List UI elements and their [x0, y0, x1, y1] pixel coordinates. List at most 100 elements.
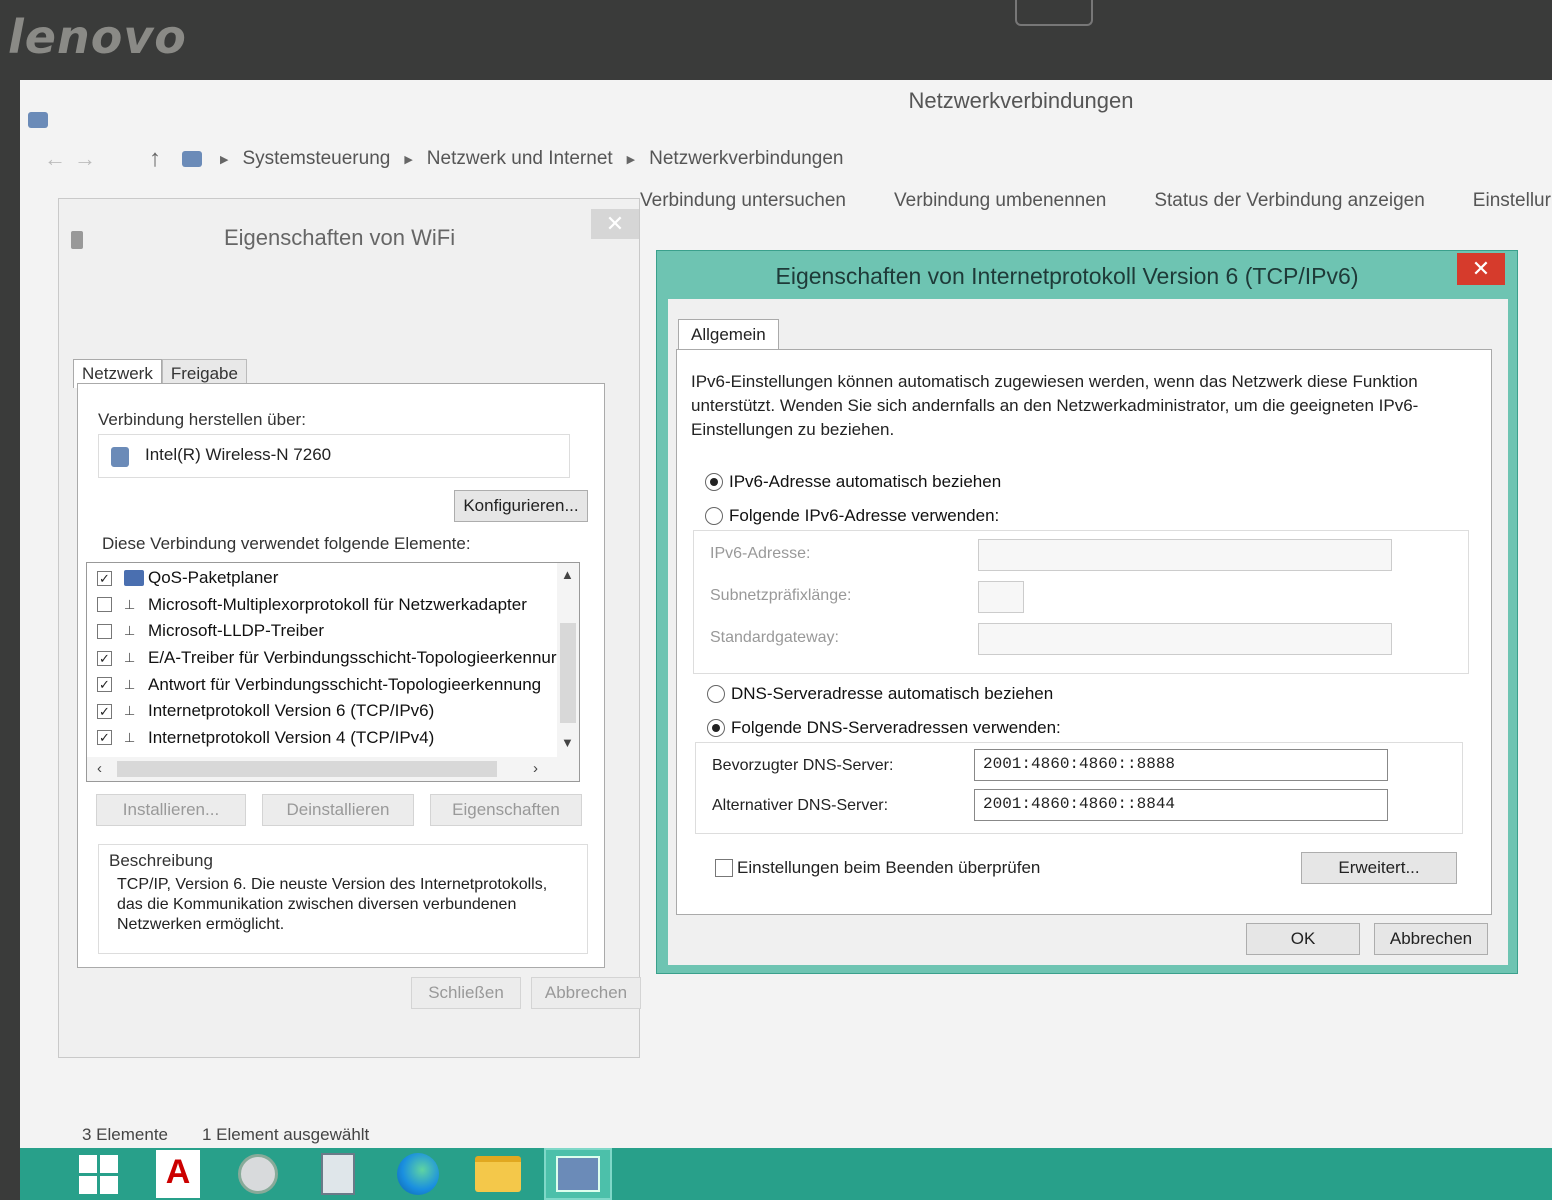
preferred-dns-input[interactable]: 2001:4860:4860::8888: [974, 749, 1388, 781]
advanced-button[interactable]: Erweitert...: [1301, 852, 1457, 884]
breadcrumb-netzwerk-und-internet[interactable]: Netzwerk und Internet: [427, 148, 613, 170]
protocol-icon: ⊥: [124, 703, 136, 719]
validate-on-exit-checkbox[interactable]: Einstellungen beim Beenden überprüfen: [715, 858, 1040, 878]
status-bar: 3 Elemente 1 Element ausgewählt: [82, 1125, 369, 1145]
vertical-scrollbar[interactable]: ▲ ▼: [557, 563, 579, 759]
prefix-length-label: Subnetzpräfixlänge:: [710, 587, 852, 604]
windows-logo-icon: [78, 1154, 118, 1194]
scroll-thumb[interactable]: [117, 761, 497, 777]
component-list[interactable]: ✓ QoS-Paketplaner ⊥ Microsoft-Multiplexo…: [86, 562, 580, 782]
chevron-right-icon[interactable]: ▶: [220, 153, 228, 166]
ipv6-address-input[interactable]: [978, 539, 1392, 571]
start-button[interactable]: [64, 1148, 132, 1200]
qos-scheduler-icon: [124, 570, 144, 587]
calculator-icon: [321, 1153, 355, 1195]
manual-address-radio[interactable]: Folgende IPv6-Adresse verwenden:: [705, 506, 999, 526]
taskbar-calculator[interactable]: [304, 1148, 372, 1200]
ipv6-address-label: IPv6-Adresse:: [710, 545, 811, 562]
taskbar-adobe[interactable]: A: [144, 1148, 212, 1200]
tab-allgemein[interactable]: Allgemein: [678, 319, 779, 350]
component-label: Internetprotokoll Version 4 (TCP/IPv4): [148, 727, 435, 747]
ok-button[interactable]: OK: [1246, 923, 1360, 955]
dialog-title: Eigenschaften von WiFi: [224, 225, 456, 250]
close-button[interactable]: ✕: [591, 209, 639, 239]
radio-empty-icon[interactable]: [707, 685, 725, 703]
preferred-dns-label: Bevorzugter DNS-Server:: [712, 757, 894, 774]
horizontal-scrollbar[interactable]: ‹ ›: [87, 757, 579, 781]
chevron-right-icon[interactable]: ▶: [404, 153, 412, 166]
dns-auto-radio[interactable]: DNS-Serveradresse automatisch beziehen: [707, 684, 1053, 704]
cmd-view-status[interactable]: Status der Verbindung anzeigen: [1154, 190, 1424, 230]
radio-selected-icon[interactable]: [707, 719, 725, 737]
scroll-right-icon[interactable]: ›: [533, 760, 538, 777]
component-label: E/A-Treiber für Verbindungsschicht-Topol…: [148, 648, 557, 668]
configure-button[interactable]: Konfigurieren...: [454, 490, 588, 522]
back-arrow-icon[interactable]: ←: [40, 146, 70, 172]
checkbox[interactable]: [715, 859, 733, 877]
forward-arrow-icon[interactable]: →: [70, 146, 100, 172]
list-item[interactable]: ✓ ⊥ Internetprotokoll Version 4 (TCP/IPv…: [87, 725, 579, 752]
list-item[interactable]: ✓ ⊥ E/A-Treiber für Verbindungsschicht-T…: [87, 645, 579, 672]
taskbar-network-connections[interactable]: [544, 1148, 612, 1200]
component-label: Internetprotokoll Version 6 (TCP/IPv6): [148, 701, 435, 721]
list-item[interactable]: ✓ QoS-Paketplaner: [87, 565, 579, 592]
component-label: Microsoft-Multiplexorprotokoll für Netzw…: [148, 594, 527, 614]
scroll-thumb[interactable]: [560, 623, 576, 723]
scroll-up-icon[interactable]: ▲: [561, 567, 574, 582]
list-item[interactable]: ✓ ⊥ Antwort für Verbindungsschicht-Topol…: [87, 671, 579, 698]
control-panel-icon: [182, 151, 202, 167]
close-button[interactable]: ✕: [1457, 253, 1505, 285]
protocol-icon: ⊥: [124, 596, 136, 612]
lenovo-logo: lenovo: [8, 10, 187, 64]
cmd-rename-connection[interactable]: Verbindung umbenennen: [894, 190, 1106, 230]
allgemein-panel: IPv6-Einstellungen können automatisch zu…: [676, 349, 1492, 915]
properties-button[interactable]: Eigenschaften: [430, 794, 582, 826]
list-item[interactable]: ⊥ Microsoft-Multiplexorprotokoll für Net…: [87, 592, 579, 619]
list-item[interactable]: ✓ ⊥ Internetprotokoll Version 6 (TCP/IPv…: [87, 698, 579, 725]
alternate-dns-input[interactable]: 2001:4860:4860::8844: [974, 789, 1388, 821]
address-group: IPv6-Adresse: Subnetzpräfixlänge: Standa…: [693, 530, 1469, 674]
taskbar-snipping-tool[interactable]: [224, 1148, 292, 1200]
checkbox[interactable]: ✓: [97, 730, 112, 746]
selection-count: 1 Element ausgewählt: [202, 1125, 370, 1144]
protocol-icon: ⊥: [124, 729, 136, 745]
adapter-field: Intel(R) Wireless-N 7260: [98, 434, 570, 478]
up-arrow-icon[interactable]: ↑: [140, 145, 170, 173]
cancel-button[interactable]: Abbrechen: [1374, 923, 1488, 955]
checkbox[interactable]: ✓: [97, 570, 112, 586]
dns-manual-radio[interactable]: Folgende DNS-Serveradressen verwenden:: [707, 718, 1061, 738]
prefix-length-input[interactable]: [978, 581, 1024, 613]
edge-browser-icon: [397, 1153, 439, 1195]
breadcrumb-systemsteuerung[interactable]: Systemsteuerung: [242, 148, 390, 170]
checkbox[interactable]: ✓: [97, 650, 112, 666]
breadcrumb-netzwerkverbindungen[interactable]: Netzwerkverbindungen: [649, 148, 843, 170]
cmd-diagnose-connection[interactable]: Verbindung untersuchen: [640, 190, 846, 230]
dialog-icon: [71, 231, 83, 249]
scroll-down-icon[interactable]: ▼: [561, 735, 574, 750]
taskbar-file-explorer[interactable]: [464, 1148, 532, 1200]
close-dialog-button[interactable]: Schließen: [411, 977, 521, 1009]
checkbox[interactable]: [97, 623, 112, 639]
checkbox[interactable]: ✓: [97, 677, 112, 693]
chevron-right-icon[interactable]: ▶: [627, 153, 635, 166]
ipv6-properties-dialog: Eigenschaften von Internetprotokoll Vers…: [656, 250, 1518, 974]
taskbar-edge[interactable]: [384, 1148, 452, 1200]
radio-selected-icon[interactable]: [705, 473, 723, 491]
connect-via-label: Verbindung herstellen über:: [98, 410, 306, 429]
component-label: Antwort für Verbindungsschicht-Topologie…: [148, 674, 542, 694]
auto-address-radio[interactable]: IPv6-Adresse automatisch beziehen: [705, 472, 1001, 492]
description-label: Beschreibung: [109, 851, 213, 870]
network-adapter-icon: [111, 447, 129, 467]
radio-empty-icon[interactable]: [705, 507, 723, 525]
checkbox[interactable]: [97, 597, 112, 613]
cancel-button[interactable]: Abbrechen: [531, 977, 641, 1009]
checkbox[interactable]: ✓: [97, 703, 112, 719]
radio-label: DNS-Serveradresse automatisch beziehen: [731, 684, 1054, 703]
default-gateway-input[interactable]: [978, 623, 1392, 655]
uninstall-button[interactable]: Deinstallieren: [262, 794, 414, 826]
scroll-left-icon[interactable]: ‹: [97, 760, 102, 777]
description-group: Beschreibung TCP/IP, Version 6. Die neus…: [98, 844, 588, 954]
cmd-settings[interactable]: Einstellur: [1473, 190, 1551, 230]
install-button[interactable]: Installieren...: [96, 794, 246, 826]
list-item[interactable]: ⊥ Microsoft-LLDP-Treiber: [87, 618, 579, 645]
